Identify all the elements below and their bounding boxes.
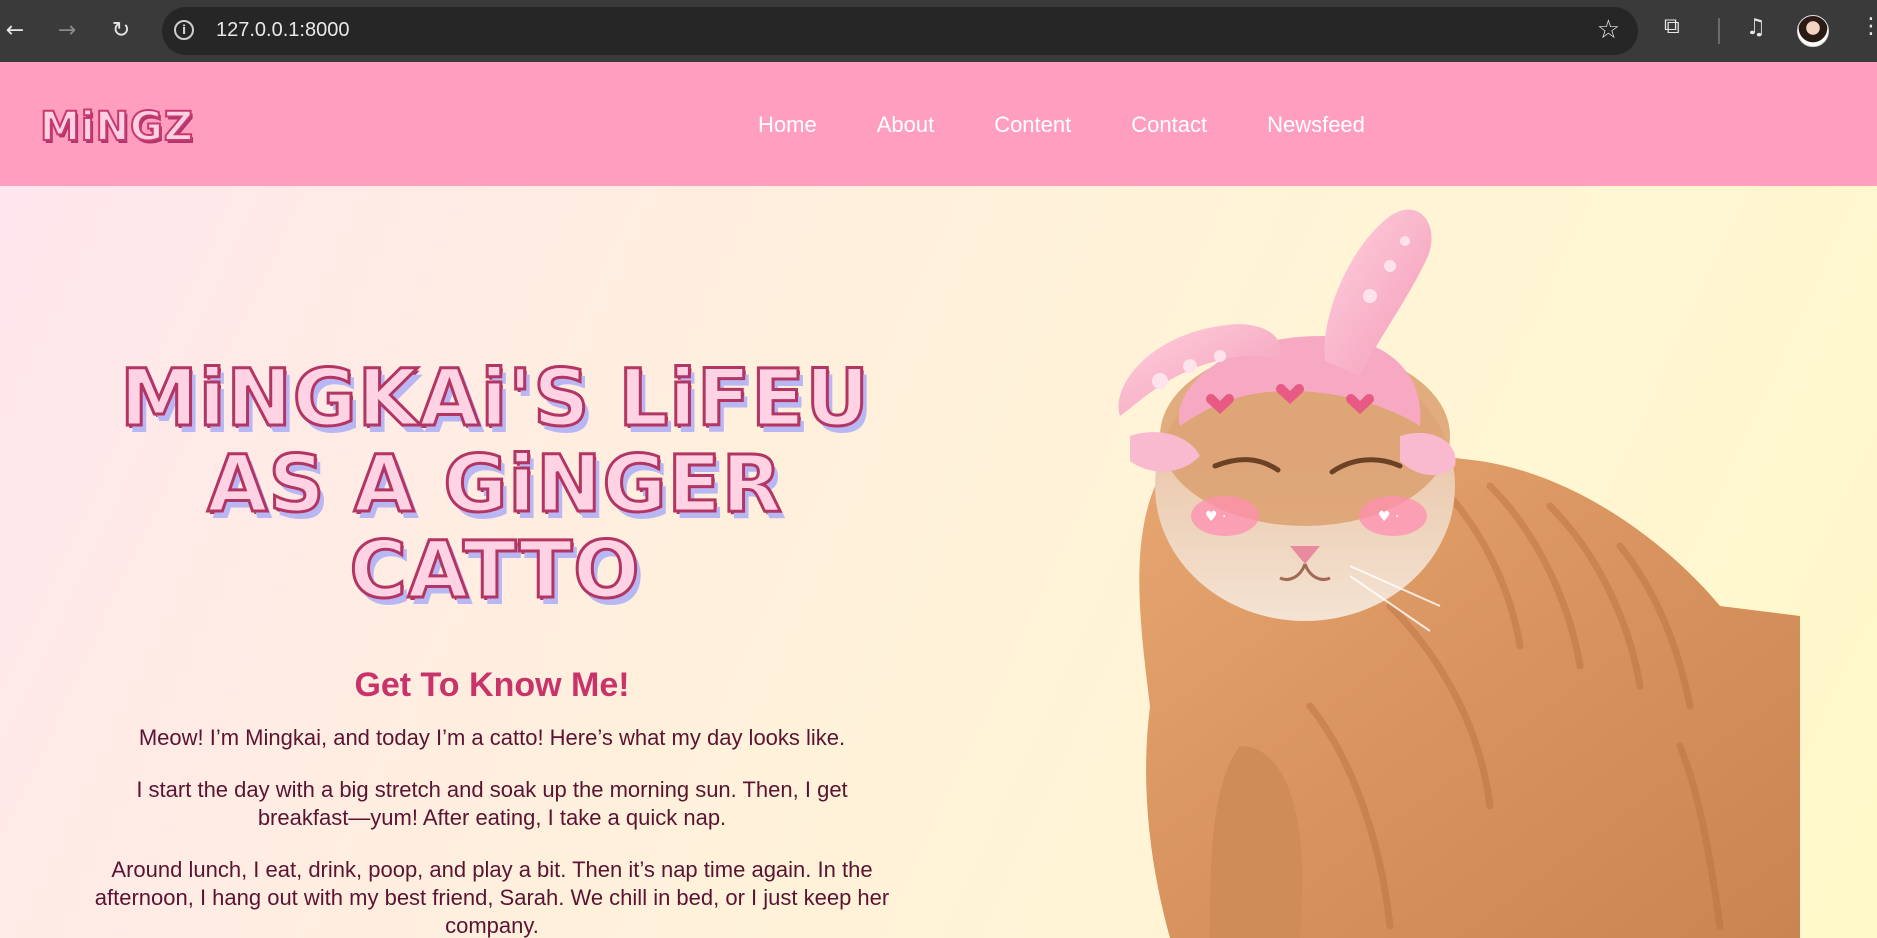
back-arrow-icon[interactable]: ← (0, 16, 30, 46)
site-logo[interactable]: MiNGZ (39, 103, 194, 151)
kebab-menu-icon[interactable]: ⋮ (1860, 14, 1877, 39)
cat-image: ♥ · ♥ · (1060, 186, 1820, 938)
hero-section: MiNGKAi'S LiFEU AS A GiNGER CATTO Get To… (0, 186, 1877, 938)
nav-about[interactable]: About (877, 112, 935, 138)
forward-arrow-icon[interactable]: → (52, 16, 82, 46)
nav-contact[interactable]: Contact (1131, 112, 1207, 138)
toolbar-divider (1718, 18, 1720, 44)
hero-title-line2: AS A GiNGER CATTO (206, 440, 784, 616)
about-paragraph: Meow! I’m Mingkai, and today I’m a catto… (138, 725, 846, 750)
address-bar[interactable]: i 127.0.0.1:8000 ☆ (162, 7, 1638, 55)
about-paragraph: Around lunch, I eat, drink, poop, and pl… (94, 857, 890, 938)
hero-title-line1: MiNGKAi'S LiFEU (119, 354, 871, 444)
star-icon[interactable]: ☆ (1597, 15, 1620, 45)
profile-avatar[interactable] (1797, 15, 1829, 47)
about-paragraph: I start the day with a big stretch and s… (136, 777, 848, 830)
svg-text:♥ ·: ♥ · (1378, 509, 1399, 525)
reload-icon[interactable]: ↻ (106, 16, 136, 46)
info-icon[interactable]: i (174, 20, 194, 40)
main-nav: Home About Content Contact Newsfeed (758, 112, 1425, 138)
site-header: MiNGZ Home About Content Contact Newsfee… (0, 62, 1877, 186)
browser-toolbar: ← → ↻ i 127.0.0.1:8000 ☆ ⧉ ♫ ⋮ (0, 0, 1877, 62)
about-text: Meow! I’m Mingkai, and today I’m a catto… (90, 724, 894, 938)
nav-newsfeed[interactable]: Newsfeed (1267, 112, 1365, 138)
about-heading: Get To Know Me! (354, 666, 630, 704)
nav-home[interactable]: Home (758, 112, 817, 138)
svg-text:♥ ·: ♥ · (1205, 509, 1226, 525)
hero-title: MiNGKAi'S LiFEU AS A GiNGER CATTO (115, 354, 875, 616)
nav-content[interactable]: Content (994, 112, 1071, 138)
url-text[interactable]: 127.0.0.1:8000 (216, 19, 349, 42)
media-queue-icon[interactable]: ♫ (1746, 15, 1766, 40)
puzzle-icon[interactable]: ⧉ (1664, 14, 1690, 42)
